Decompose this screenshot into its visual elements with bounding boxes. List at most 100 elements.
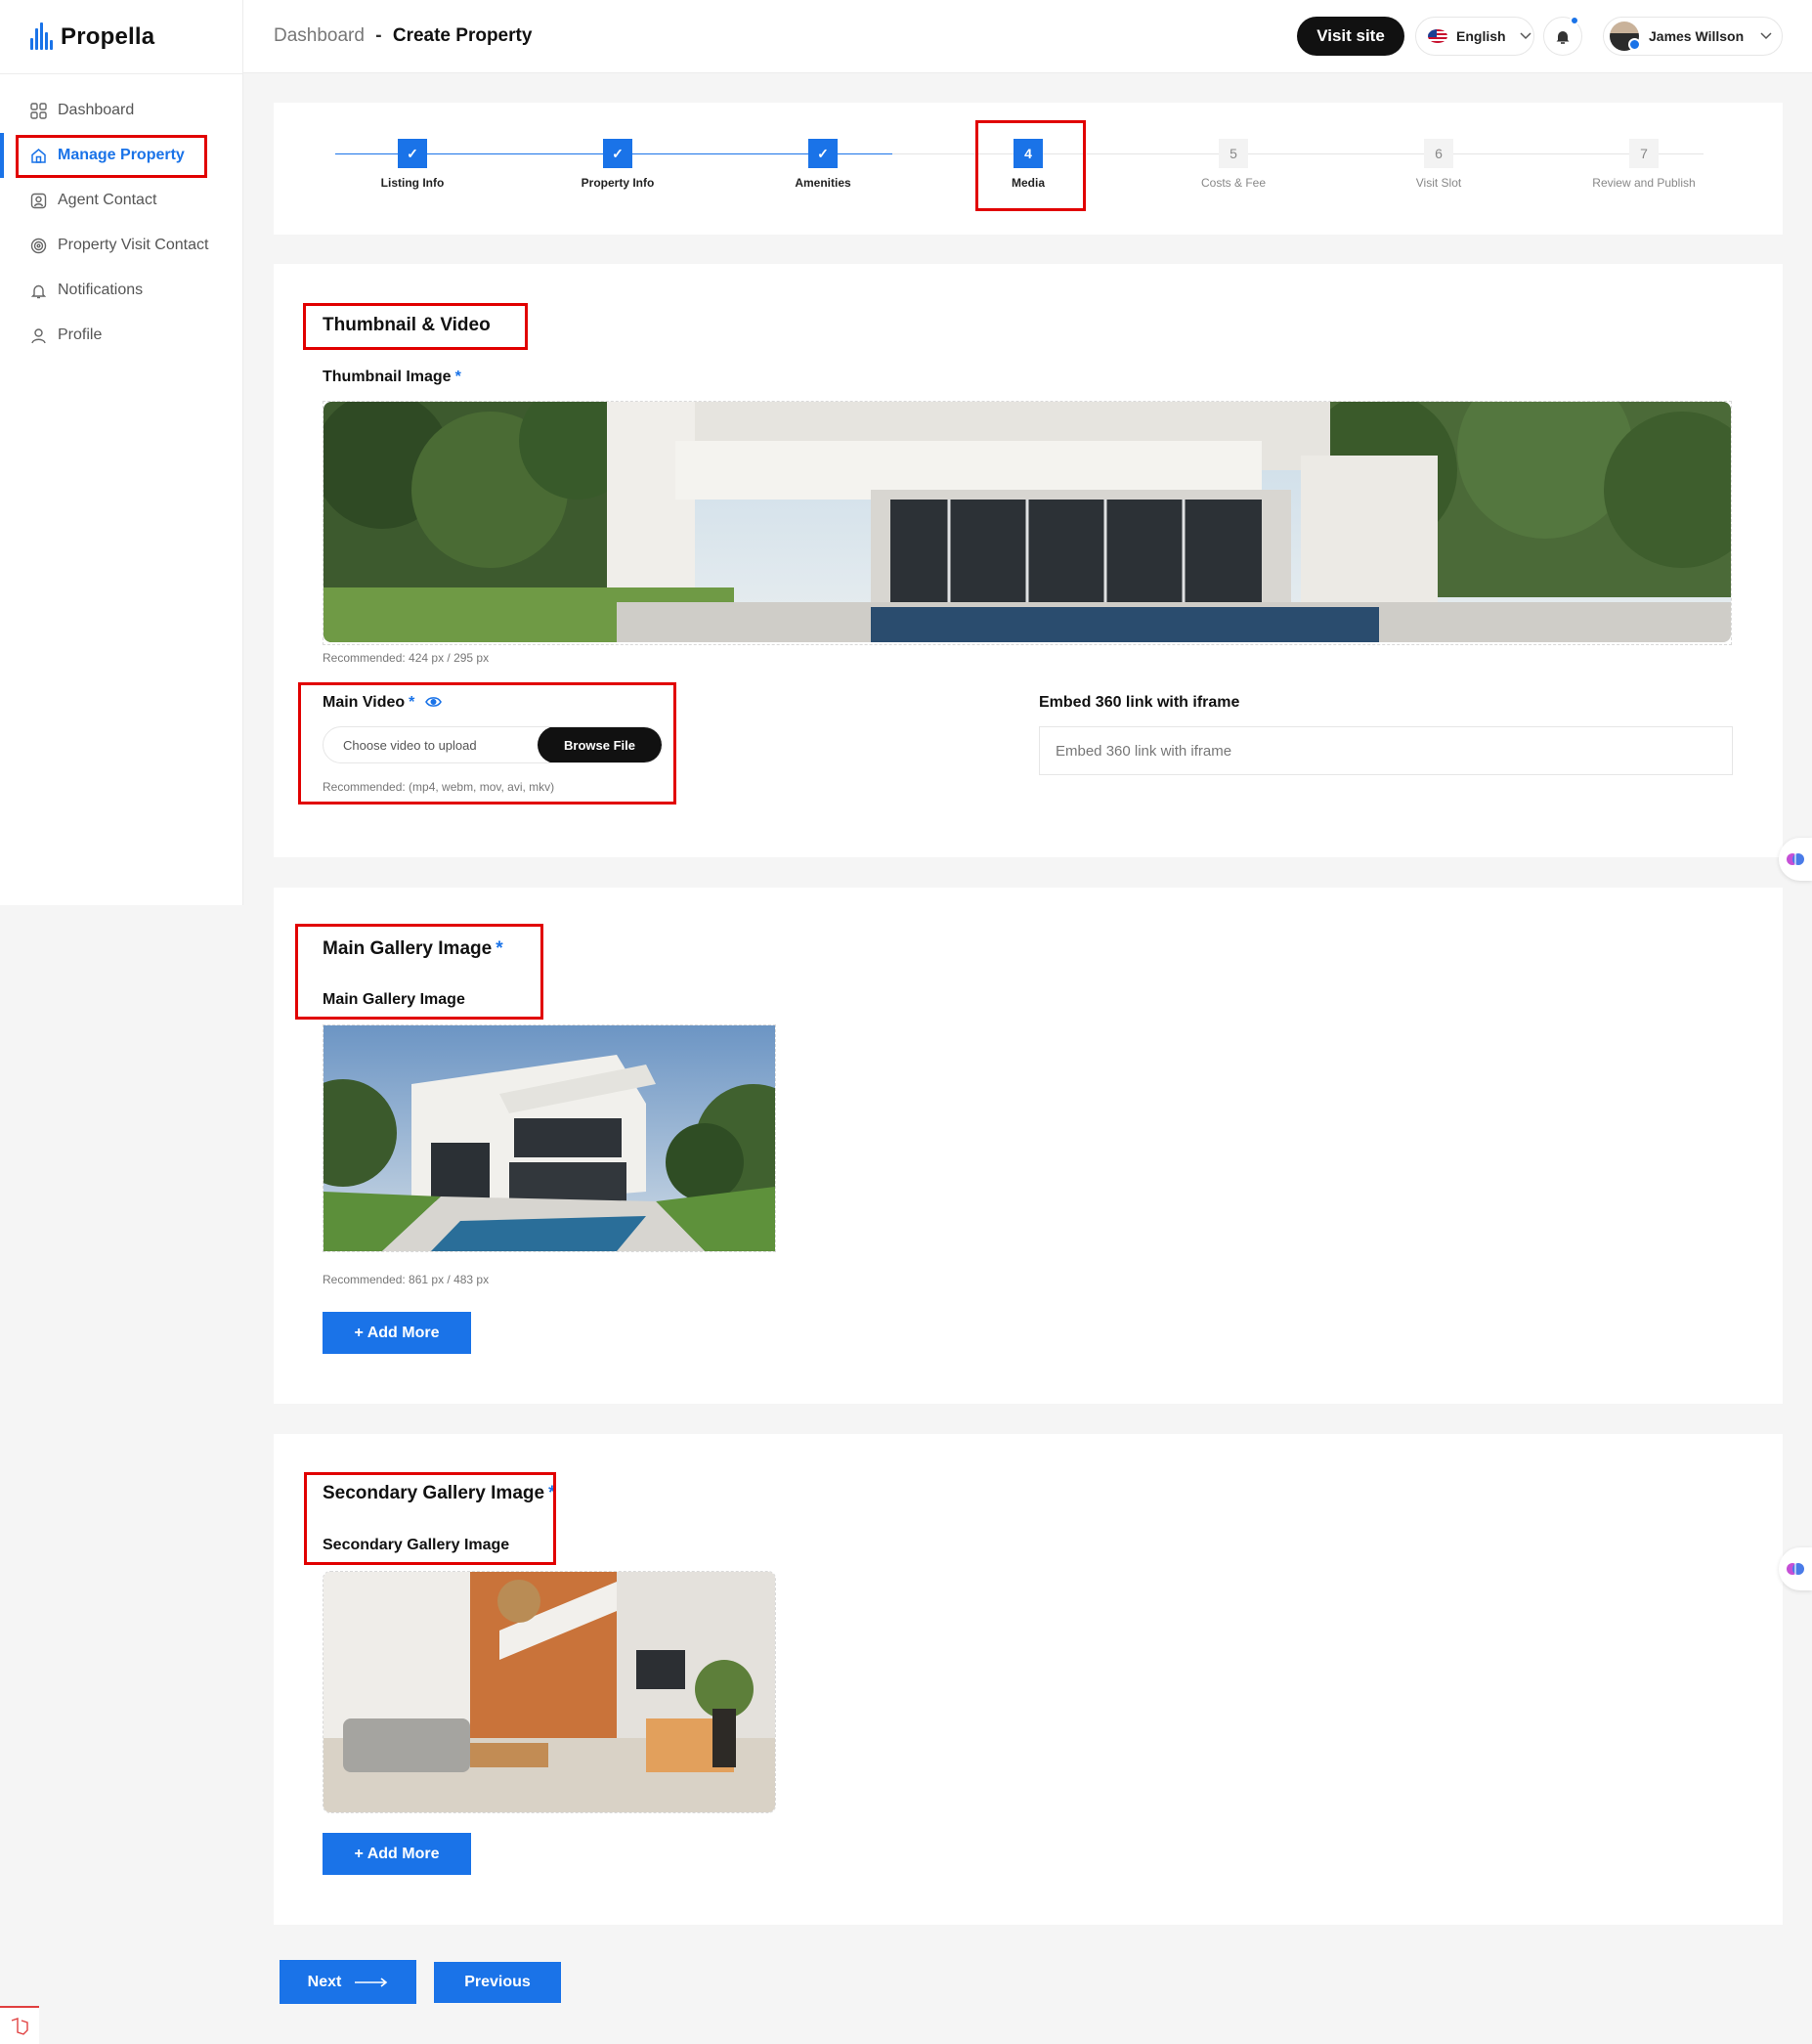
video-upload-placeholder: Choose video to upload bbox=[343, 737, 477, 753]
us-flag-icon bbox=[1428, 29, 1447, 43]
video-upload-field[interactable]: Choose video to upload Browse File bbox=[323, 726, 663, 763]
step-label: Visit Slot bbox=[1415, 176, 1462, 190]
main-video-label: Main Video * bbox=[323, 694, 442, 712]
sidebar-item-label: Notifications bbox=[58, 282, 144, 298]
thumbnail-label-text: Thumbnail Image bbox=[323, 369, 452, 385]
breadcrumb-separator: - bbox=[375, 25, 382, 46]
required-mark: * bbox=[548, 1483, 556, 1503]
breadcrumb-current: Create Property bbox=[392, 25, 533, 46]
section-title-text: Secondary Gallery Image bbox=[323, 1483, 545, 1503]
sidebar-item-agent-contact[interactable]: Agent Contact bbox=[0, 178, 243, 223]
user-icon bbox=[29, 326, 47, 344]
step-label: Amenities bbox=[795, 176, 851, 190]
step-check-icon: ✓ bbox=[808, 139, 838, 168]
avatar bbox=[1610, 22, 1641, 51]
section-title: Thumbnail & Video bbox=[323, 315, 491, 335]
main-gallery-card: Main Gallery Image * Main Gallery Image R… bbox=[274, 888, 1783, 1404]
thumbnail-hint: Recommended: 424 px / 295 px bbox=[323, 651, 490, 665]
sidebar-item-label: Profile bbox=[58, 326, 103, 343]
section-title: Secondary Gallery Image * bbox=[323, 1483, 555, 1504]
sidebar-divider bbox=[0, 73, 243, 74]
step-label: Review and Publish bbox=[1592, 176, 1696, 190]
topbar: Dashboard - Create Property Visit site E… bbox=[243, 0, 1812, 73]
sidebar-nav: Dashboard Manage Property Agent Contact … bbox=[0, 88, 243, 358]
thumbnail-dropzone[interactable] bbox=[323, 401, 1732, 645]
main-video-label-text: Main Video bbox=[323, 694, 406, 711]
notification-dot bbox=[1570, 16, 1579, 25]
step-label: Listing Info bbox=[380, 176, 445, 190]
secondary-gallery-dropzone[interactable] bbox=[323, 1571, 776, 1813]
logo-icon bbox=[27, 22, 55, 52]
breadcrumb: Dashboard - Create Property bbox=[274, 25, 532, 47]
main-gallery-label: Main Gallery Image bbox=[323, 991, 465, 1008]
bell-icon bbox=[29, 282, 47, 299]
sidebar: Propella Dashboard Manage Property Agent… bbox=[0, 0, 243, 905]
step-label: Costs & Fee bbox=[1200, 176, 1267, 190]
video-hint: Recommended: (mp4, webm, mov, avi, mkv) bbox=[323, 780, 555, 794]
step-costs-fee[interactable]: 5 Costs & Fee bbox=[1155, 139, 1312, 190]
step-label: Media bbox=[1011, 176, 1045, 190]
required-mark: * bbox=[409, 694, 415, 711]
browse-file-button[interactable]: Browse File bbox=[538, 727, 662, 762]
step-media[interactable]: 4 Media bbox=[950, 139, 1106, 190]
stepper-card: ✓ Listing Info ✓ Property Info ✓ Ameniti… bbox=[274, 103, 1783, 235]
chevron-down-icon bbox=[1520, 29, 1532, 43]
secondary-gallery-add-more-button[interactable]: + Add More bbox=[323, 1833, 471, 1875]
previous-button[interactable]: Previous bbox=[434, 1962, 561, 2003]
user-name: James Willson bbox=[1649, 28, 1745, 44]
step-property-info[interactable]: ✓ Property Info bbox=[539, 139, 696, 190]
notifications-button[interactable] bbox=[1543, 16, 1582, 56]
language-selector[interactable]: English bbox=[1415, 17, 1534, 56]
sidebar-item-label: Manage Property bbox=[58, 147, 185, 163]
sidebar-item-property-visit-contact[interactable]: Property Visit Contact bbox=[0, 223, 243, 268]
sidebar-item-profile[interactable]: Profile bbox=[0, 313, 243, 358]
sidebar-item-label: Property Visit Contact bbox=[58, 237, 209, 253]
main-gallery-image bbox=[324, 1025, 775, 1251]
step-check-icon: ✓ bbox=[398, 139, 427, 168]
arrow-right-icon bbox=[355, 1977, 388, 1987]
step-review-publish[interactable]: 7 Review and Publish bbox=[1566, 139, 1722, 190]
main-gallery-add-more-button[interactable]: + Add More bbox=[323, 1312, 471, 1354]
section-title-text: Main Gallery Image bbox=[323, 938, 493, 959]
visit-site-button[interactable]: Visit site bbox=[1297, 17, 1404, 56]
step-check-icon: ✓ bbox=[603, 139, 632, 168]
language-label: English bbox=[1456, 28, 1506, 44]
required-mark: * bbox=[454, 369, 461, 385]
embed-360-input[interactable] bbox=[1039, 726, 1733, 775]
secondary-gallery-card: Secondary Gallery Image * Secondary Galle… bbox=[274, 1434, 1783, 1925]
debug-bar-icon[interactable] bbox=[0, 2006, 39, 2044]
step-visit-slot[interactable]: 6 Visit Slot bbox=[1360, 139, 1517, 190]
breadcrumb-parent[interactable]: Dashboard bbox=[274, 25, 365, 46]
contact-icon bbox=[29, 192, 47, 209]
step-listing-info[interactable]: ✓ Listing Info bbox=[334, 139, 491, 190]
bell-icon bbox=[1556, 30, 1570, 44]
thumbnail-video-card: Thumbnail & Video Thumbnail Image* Reco bbox=[274, 264, 1783, 857]
home-icon bbox=[29, 147, 47, 164]
thumbnail-label: Thumbnail Image * bbox=[323, 369, 461, 386]
sidebar-item-manage-property[interactable]: Manage Property bbox=[0, 133, 243, 178]
step-number: 6 bbox=[1424, 139, 1453, 168]
user-menu[interactable]: James Willson bbox=[1603, 17, 1783, 56]
section-title: Main Gallery Image * bbox=[323, 938, 503, 960]
step-number: 5 bbox=[1219, 139, 1248, 168]
main-gallery-dropzone[interactable] bbox=[323, 1024, 776, 1252]
app-name: Propella bbox=[61, 23, 155, 50]
sidebar-item-dashboard[interactable]: Dashboard bbox=[0, 88, 243, 133]
eye-icon[interactable] bbox=[424, 696, 442, 708]
sidebar-item-label: Dashboard bbox=[58, 102, 135, 118]
app-logo[interactable]: Propella bbox=[27, 22, 154, 53]
next-button[interactable]: Next bbox=[280, 1960, 416, 2004]
step-label: Property Info bbox=[581, 176, 655, 190]
grid-icon bbox=[29, 102, 47, 119]
embed-label: Embed 360 link with iframe bbox=[1039, 694, 1240, 711]
chevron-down-icon bbox=[1760, 29, 1772, 43]
sidebar-item-notifications[interactable]: Notifications bbox=[0, 268, 243, 313]
step-number: 7 bbox=[1629, 139, 1659, 168]
next-label: Next bbox=[307, 1973, 342, 1990]
main-gallery-hint: Recommended: 861 px / 483 px bbox=[323, 1273, 490, 1286]
brain-widget-icon[interactable] bbox=[1779, 1547, 1812, 1590]
sidebar-item-label: Agent Contact bbox=[58, 192, 157, 208]
brain-widget-icon[interactable] bbox=[1779, 838, 1812, 881]
required-mark: * bbox=[496, 938, 503, 959]
step-amenities[interactable]: ✓ Amenities bbox=[745, 139, 901, 190]
